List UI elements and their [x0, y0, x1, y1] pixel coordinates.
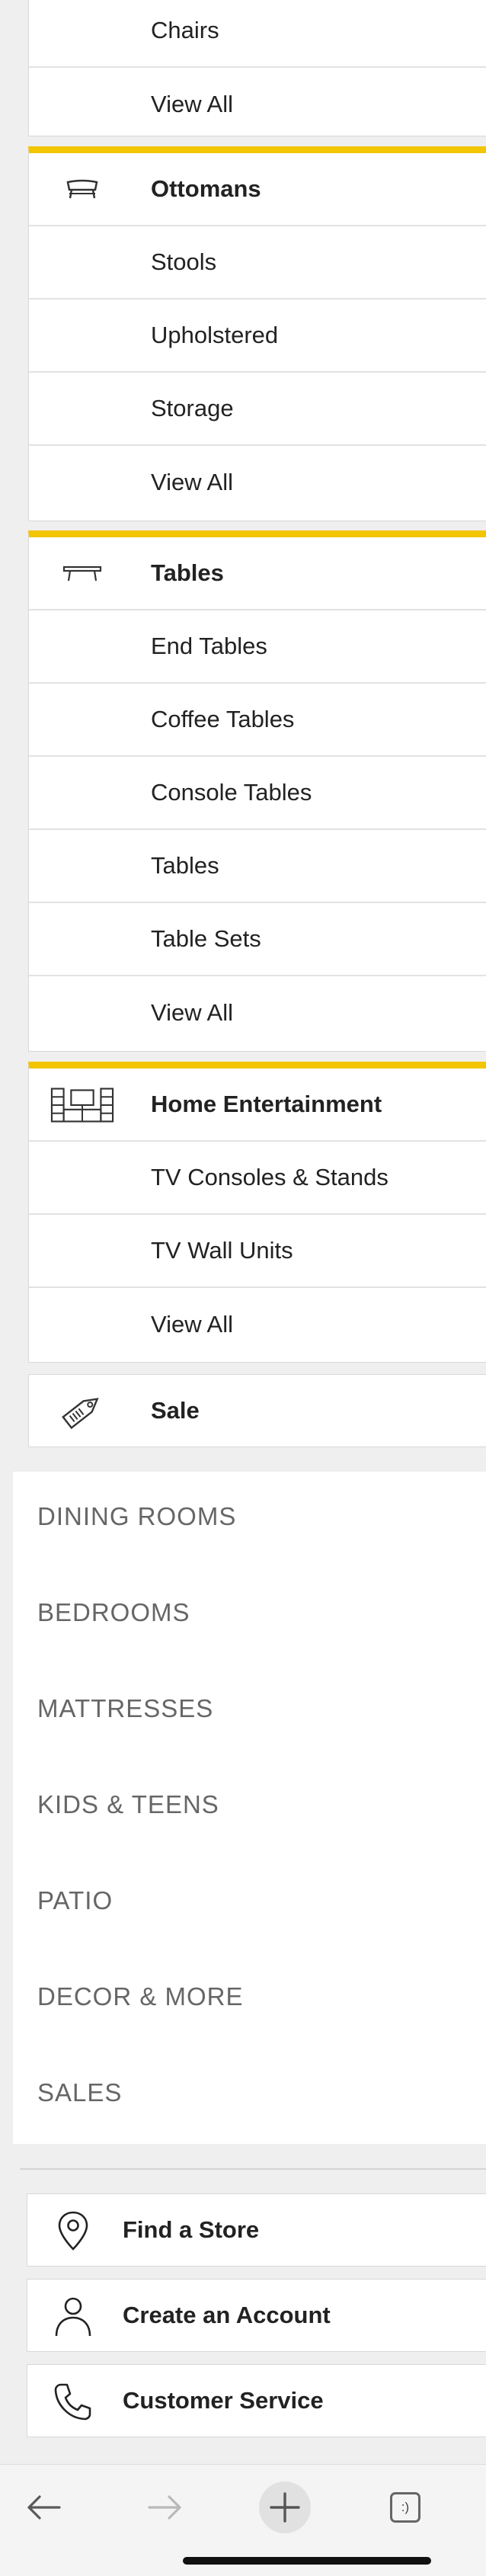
submenu-item-upholstered[interactable]: Upholstered: [29, 300, 486, 373]
submenu-item-label: View All: [151, 1311, 233, 1338]
submenu-heading-label: Home Entertainment: [151, 1091, 382, 1117]
account-link-label: Create an Account: [123, 2302, 331, 2328]
submenu-item-label: Storage: [151, 395, 234, 421]
submenu-item-view-all[interactable]: View All: [29, 446, 486, 519]
location-pin-icon: [50, 2208, 96, 2254]
forward-arrow-icon[interactable]: [142, 2485, 187, 2530]
sale-menu-item[interactable]: Sale: [28, 1374, 486, 1447]
submenu-item-label: Coffee Tables: [151, 706, 295, 732]
divider: [20, 2168, 486, 2170]
tabs-count: :): [390, 2492, 420, 2523]
user-icon: [50, 2293, 96, 2339]
category-mattresses[interactable]: MATTRESSES: [37, 1694, 213, 1723]
category-decor-more[interactable]: DECOR & MORE: [37, 1982, 244, 2011]
create-account-link[interactable]: Create an Account: [27, 2279, 486, 2352]
price-tag-icon: [50, 1384, 114, 1437]
back-arrow-icon[interactable]: [21, 2485, 67, 2530]
tabs-icon[interactable]: :): [382, 2485, 428, 2530]
home-indicator: [183, 2557, 431, 2565]
submenu-heading-home-entertainment[interactable]: Home Entertainment: [29, 1069, 486, 1142]
submenu-item-tv-consoles-stands[interactable]: TV Consoles & Stands: [29, 1142, 486, 1215]
submenu-heading-sale[interactable]: Sale: [29, 1375, 486, 1447]
plus-icon[interactable]: [259, 2481, 311, 2533]
submenu-item-view-all[interactable]: View All: [29, 976, 486, 1049]
submenu-item-tables[interactable]: Tables: [29, 830, 486, 903]
submenu-item-label: View All: [151, 999, 233, 1026]
tables-submenu: Tables End Tables Coffee Tables Console …: [28, 530, 486, 1052]
submenu-heading-ottomans[interactable]: Ottomans: [29, 153, 486, 226]
submenu-item-chairs[interactable]: Chairs: [29, 0, 486, 68]
customer-service-link[interactable]: Customer Service: [27, 2364, 486, 2437]
submenu-item-label: End Tables: [151, 633, 267, 659]
ottomans-submenu: Ottomans Stools Upholstered Storage View…: [28, 146, 486, 521]
submenu-item-stools[interactable]: Stools: [29, 226, 486, 300]
chairs-submenu: Chairs View All: [28, 0, 486, 136]
category-list: DINING ROOMS BEDROOMS MATTRESSES KIDS & …: [13, 1472, 486, 2144]
submenu-item-label: Upholstered: [151, 322, 279, 348]
submenu-item-label: Table Sets: [151, 925, 261, 952]
ottoman-icon: [50, 162, 114, 216]
browser-toolbar: :): [0, 2464, 486, 2576]
submenu-item-coffee-tables[interactable]: Coffee Tables: [29, 684, 486, 757]
submenu-item-view-all[interactable]: View All: [29, 68, 486, 141]
account-link-label: Find a Store: [123, 2216, 260, 2243]
submenu-item-label: Console Tables: [151, 779, 312, 806]
submenu-item-label: Stools: [151, 248, 217, 275]
category-sales[interactable]: SALES: [37, 2078, 122, 2107]
table-icon: [50, 546, 114, 600]
submenu-item-table-sets[interactable]: Table Sets: [29, 903, 486, 976]
phone-icon: [50, 2379, 96, 2424]
find-a-store-link[interactable]: Find a Store: [27, 2193, 486, 2267]
submenu-item-storage[interactable]: Storage: [29, 373, 486, 446]
home-entertainment-submenu: Home Entertainment TV Consoles & Stands …: [28, 1062, 486, 1363]
entertainment-center-icon: [50, 1078, 114, 1131]
category-kids-teens[interactable]: KIDS & TEENS: [37, 1790, 219, 1819]
submenu-heading-label: Sale: [151, 1397, 200, 1424]
submenu-heading-label: Ottomans: [151, 175, 261, 202]
submenu-item-view-all[interactable]: View All: [29, 1288, 486, 1361]
submenu-item-label: TV Wall Units: [151, 1237, 293, 1264]
submenu-heading-tables[interactable]: Tables: [29, 537, 486, 610]
category-bedrooms[interactable]: BEDROOMS: [37, 1598, 190, 1627]
submenu-item-tv-wall-units[interactable]: TV Wall Units: [29, 1215, 486, 1288]
submenu-item-console-tables[interactable]: Console Tables: [29, 757, 486, 830]
category-patio[interactable]: PATIO: [37, 1886, 113, 1915]
submenu-item-end-tables[interactable]: End Tables: [29, 610, 486, 684]
submenu-item-label: Chairs: [151, 17, 219, 43]
category-dining-rooms[interactable]: DINING ROOMS: [37, 1502, 236, 1531]
submenu-heading-label: Tables: [151, 559, 224, 586]
account-link-label: Customer Service: [123, 2387, 324, 2414]
submenu-item-label: View All: [151, 91, 233, 117]
submenu-item-label: View All: [151, 469, 233, 495]
submenu-item-label: Tables: [151, 852, 219, 879]
submenu-item-label: TV Consoles & Stands: [151, 1164, 388, 1190]
